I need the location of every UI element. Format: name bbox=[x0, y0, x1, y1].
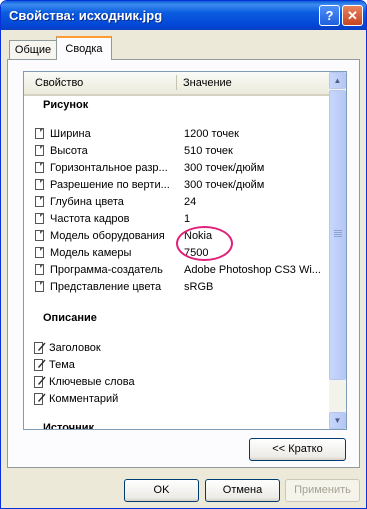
thumb-grip bbox=[334, 234, 342, 235]
list-item[interactable]: Комментарий bbox=[24, 391, 329, 408]
vertical-scrollbar[interactable]: ▲ ▼ bbox=[329, 72, 346, 429]
scrollbar-thumb[interactable] bbox=[329, 90, 346, 380]
document-icon bbox=[35, 230, 44, 241]
list-item[interactable]: Представление цвета sRGB bbox=[24, 279, 329, 296]
brief-button[interactable]: << Кратко bbox=[249, 438, 346, 461]
document-icon bbox=[35, 247, 44, 258]
list-item[interactable]: Программа-создатель Adobe Photoshop CS3 … bbox=[24, 262, 329, 279]
column-divider[interactable] bbox=[176, 75, 177, 90]
close-button[interactable]: ✕ bbox=[342, 5, 363, 26]
list-item[interactable]: Тема bbox=[24, 357, 329, 374]
list-header: Свойство Значение bbox=[24, 72, 329, 96]
property-label: Модель камеры bbox=[50, 247, 132, 259]
property-label: Представление цвета bbox=[50, 281, 162, 293]
property-label: Комментарий bbox=[49, 393, 119, 405]
edit-document-icon bbox=[34, 342, 46, 354]
edit-document-icon bbox=[34, 393, 46, 405]
list-item[interactable]: Ширина 1200 точек bbox=[24, 126, 329, 143]
section-image[interactable]: Рисунок bbox=[43, 99, 88, 111]
title-bar[interactable]: Свойства: исходник.jpg ? ✕ bbox=[1, 1, 366, 30]
window-title: Свойства: исходник.jpg bbox=[9, 8, 163, 23]
list-item[interactable]: Ключевые слова bbox=[24, 374, 329, 391]
property-value: sRGB bbox=[184, 281, 214, 293]
section-description[interactable]: Описание bbox=[43, 312, 97, 324]
apply-button[interactable]: Применить bbox=[285, 479, 360, 502]
column-header-property[interactable]: Свойство bbox=[35, 77, 83, 89]
property-label: Высота bbox=[50, 145, 88, 157]
highlight-circle bbox=[176, 226, 233, 261]
property-label: Модель оборудования bbox=[50, 230, 165, 242]
list-item[interactable]: Высота 510 точек bbox=[24, 143, 329, 160]
property-value: 300 точек/дюйм bbox=[184, 162, 265, 174]
scroll-up-button[interactable]: ▲ bbox=[329, 72, 346, 89]
document-icon bbox=[35, 128, 44, 139]
document-icon bbox=[35, 281, 44, 292]
list-item[interactable]: Заголовок bbox=[24, 340, 329, 357]
properties-list[interactable]: Свойство Значение Рисунок Ширина 1200 то… bbox=[23, 71, 347, 430]
tab-general[interactable]: Общие bbox=[9, 40, 57, 60]
document-icon bbox=[35, 145, 44, 156]
ok-button[interactable]: OK bbox=[124, 479, 199, 502]
document-icon bbox=[35, 162, 44, 173]
thumb-grip bbox=[334, 232, 342, 233]
property-label: Заголовок bbox=[49, 342, 101, 354]
property-value: 510 точек bbox=[184, 145, 233, 157]
thumb-grip bbox=[334, 236, 342, 237]
list-item[interactable]: Частота кадров 1 bbox=[24, 211, 329, 228]
properties-dialog: Свойства: исходник.jpg ? ✕ Общие Сводка … bbox=[0, 0, 367, 509]
list-item[interactable]: Горизонтальное разр... 300 точек/дюйм bbox=[24, 160, 329, 177]
cancel-button[interactable]: Отмена bbox=[205, 479, 280, 502]
edit-document-icon bbox=[34, 359, 46, 371]
property-label: Глубина цвета bbox=[50, 196, 124, 208]
document-icon bbox=[35, 179, 44, 190]
edit-document-icon bbox=[34, 376, 46, 388]
column-header-value[interactable]: Значение bbox=[183, 77, 232, 89]
property-value: Adobe Photoshop CS3 Wi... bbox=[184, 264, 321, 276]
property-value: 300 точек/дюйм bbox=[184, 179, 265, 191]
property-label: Горизонтальное разр... bbox=[50, 162, 168, 174]
property-value: 1 bbox=[184, 213, 191, 225]
property-label: Тема bbox=[49, 359, 75, 371]
property-label: Ключевые слова bbox=[49, 376, 135, 388]
document-icon bbox=[35, 196, 44, 207]
scroll-down-button[interactable]: ▼ bbox=[329, 412, 346, 429]
list-item[interactable]: Разрешение по верти... 300 точек/дюйм bbox=[24, 177, 329, 194]
property-label: Программа-создатель bbox=[50, 264, 163, 276]
property-value: 1200 точек bbox=[184, 128, 239, 140]
section-source[interactable]: Источник bbox=[43, 422, 94, 429]
property-value: 24 bbox=[184, 196, 197, 208]
document-icon bbox=[35, 213, 44, 224]
property-label: Ширина bbox=[50, 128, 91, 140]
thumb-grip bbox=[334, 230, 342, 231]
property-label: Разрешение по верти... bbox=[50, 179, 170, 191]
help-button[interactable]: ? bbox=[319, 5, 340, 26]
document-icon bbox=[35, 264, 44, 275]
tab-summary[interactable]: Сводка bbox=[56, 36, 112, 60]
property-label: Частота кадров bbox=[50, 213, 130, 225]
list-item[interactable]: Глубина цвета 24 bbox=[24, 194, 329, 211]
